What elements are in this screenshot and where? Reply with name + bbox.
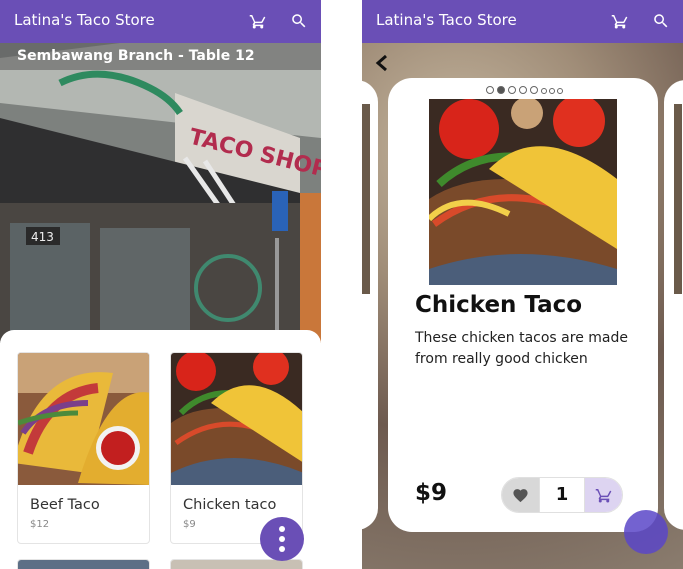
app-title: Latina's Taco Store [376, 11, 517, 29]
menu-item-image [18, 560, 149, 569]
menu-item-price: $12 [30, 519, 50, 530]
carousel-next-card[interactable] [664, 80, 683, 530]
product-price: $9 [415, 480, 448, 506]
branch-label: Sembawang Branch - Table 12 [0, 43, 321, 70]
storefront-number: 413 [31, 230, 54, 244]
add-to-cart-button[interactable] [585, 478, 622, 512]
quantity-stepper: 1 [501, 477, 623, 513]
favorite-button[interactable] [502, 478, 539, 512]
beef-taco-image [18, 353, 149, 485]
carousel-card-image [674, 104, 682, 294]
product-description: These chicken tacos are made from really… [415, 330, 628, 367]
carousel-dot[interactable] [541, 88, 547, 94]
carousel-dot[interactable] [486, 86, 494, 94]
more-button[interactable] [260, 517, 304, 561]
cart-icon[interactable] [249, 12, 267, 30]
more-button[interactable] [624, 510, 668, 554]
chicken-taco-image [171, 353, 302, 485]
carousel-dot[interactable] [549, 88, 555, 94]
carousel-dot[interactable] [530, 86, 538, 94]
cart-icon [595, 489, 612, 503]
product-card: Chicken Taco These chicken tacos are mad… [388, 78, 658, 532]
storefront-photo: Sembawang Branch - Table 12 TACO SHOP 41… [0, 43, 321, 343]
app-bar: Latina's Taco Store [0, 0, 321, 43]
menu-item-price: $9 [183, 519, 196, 530]
carousel-dot-active[interactable] [497, 86, 505, 94]
menu-item-name: Beef Taco [30, 497, 100, 513]
carousel-prev-card[interactable] [362, 80, 378, 530]
carousel-dot[interactable] [519, 86, 527, 94]
menu-item-name: Chicken taco [183, 497, 277, 513]
carousel-dot[interactable] [508, 86, 516, 94]
cart-icon[interactable] [611, 12, 629, 30]
carousel-card-image [362, 104, 370, 294]
more-vertical-icon [279, 526, 285, 532]
heart-icon [513, 489, 528, 503]
search-icon[interactable] [652, 12, 670, 30]
app-stage: Latina's Taco Store Sembawang Branch - T… [0, 0, 683, 569]
app-bar: Latina's Taco Store [362, 0, 683, 43]
quantity-input[interactable]: 1 [539, 478, 585, 512]
carousel-dot[interactable] [557, 88, 563, 94]
product-name: Chicken Taco [415, 292, 583, 318]
chevron-left-icon[interactable] [374, 54, 390, 72]
menu-item-card[interactable]: Chicken taco $9 [170, 352, 303, 544]
menu-screen: Latina's Taco Store Sembawang Branch - T… [0, 0, 321, 569]
product-detail-screen: Latina's Taco Store Chicken Taco These c… [362, 0, 683, 569]
menu-item-card[interactable]: Beef Taco $12 [17, 352, 150, 544]
search-icon[interactable] [290, 12, 308, 30]
app-title: Latina's Taco Store [14, 11, 155, 29]
storefront-illustration: TACO SHOP 413 [0, 43, 321, 343]
menu-item-card[interactable] [17, 559, 150, 569]
product-image [429, 99, 617, 285]
menu-item-image [171, 560, 302, 569]
